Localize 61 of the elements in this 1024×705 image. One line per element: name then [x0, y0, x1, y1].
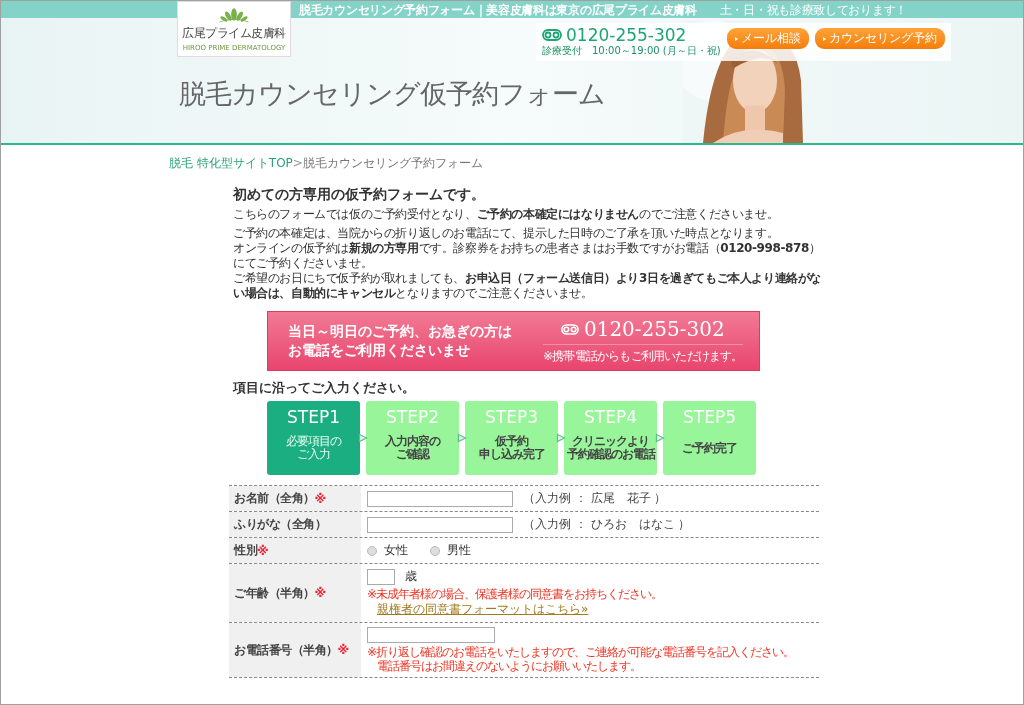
- required-mark: ※: [314, 491, 326, 506]
- free-dial-icon: [542, 29, 562, 41]
- field-label: お名前（全角）: [234, 490, 315, 507]
- step-caption: 仮予約 申し込み完了: [478, 433, 545, 463]
- required-mark: ※: [314, 586, 326, 600]
- caret-icon: [734, 36, 738, 41]
- field-label: ふりがな（全角）: [234, 516, 326, 533]
- breadcrumb-link[interactable]: 脱毛 特化型サイトTOP: [169, 156, 293, 170]
- field-note: ※折り返し確認のお電話をいたしますので、ご連絡が可能な電話番号を記入ください。: [367, 645, 796, 659]
- unit-label: 歳: [405, 568, 417, 585]
- office-hours: 診療受付 10:00～19:00 (月～日・祝): [542, 44, 721, 58]
- intro-paragraph: こちらのフォームでは仮のご予約受付となり、ご予約の本確定にはなりませんのでご注意くださいませ。: [233, 207, 780, 222]
- radio-button[interactable]: [367, 545, 377, 556]
- text-input[interactable]: [367, 490, 513, 507]
- age-input[interactable]: [367, 568, 395, 585]
- step-arrow-icon: [457, 432, 467, 444]
- page-title: 脱毛カウンセリング仮予約フォーム: [179, 77, 605, 111]
- step-arrow-icon: [556, 432, 566, 444]
- field-label: 性別: [234, 542, 257, 559]
- radio-option[interactable]: 男性: [430, 542, 471, 559]
- step-number: STEP3: [485, 407, 538, 427]
- input-example: （入力例 ： ひろお はなこ ）: [523, 516, 691, 533]
- header-button[interactable]: メール相談: [726, 28, 809, 49]
- lotus-logo-icon: [217, 7, 251, 23]
- field-note: ※未成年者様の場合、保護者様の同意書をお持ちください。: [367, 587, 664, 601]
- field-label: ご年齢（半角）: [234, 584, 315, 602]
- required-mark: ※: [257, 543, 269, 558]
- call-message: 当日～明日のご予約、お急ぎの方は お電話をご利用くださいませ: [287, 322, 513, 360]
- header-button[interactable]: カウンセリング予約: [814, 28, 945, 49]
- free-dial-icon: [560, 323, 579, 335]
- step-arrow-icon: [358, 432, 368, 444]
- field-label: お電話番号（半角）: [234, 641, 338, 659]
- open-days-notice: 土・日・祝も診療致しております！: [719, 2, 907, 19]
- step-arrow-icon: [655, 432, 665, 444]
- steps-heading: 項目に沿ってご入力ください。: [233, 379, 416, 397]
- field-note: 電話番号はお間違えのないようにお願いいたします。: [376, 659, 642, 673]
- text-input[interactable]: [367, 516, 513, 533]
- banner-phone-number: 0120-255-302: [583, 317, 725, 341]
- step-number: STEP4: [584, 407, 637, 427]
- banner-note: ※携帯電話からもご利用いただけます。: [543, 344, 743, 365]
- step-caption: クリニックより 予約確認のお電話: [566, 433, 655, 463]
- step-number: STEP1: [287, 407, 340, 427]
- step-caption: 必要項目の ご入力: [286, 433, 341, 463]
- consent-form-link[interactable]: 親権者の同意書フォーマットはこちら»: [377, 601, 589, 618]
- breadcrumb-current: 脱毛カウンセリング予約フォーム: [302, 156, 483, 170]
- logo-name: 広尾プライム皮膚科: [182, 25, 286, 42]
- phone-number: 0120-255-302: [566, 26, 687, 44]
- required-mark: ※: [337, 643, 349, 657]
- step-number: STEP5: [683, 407, 736, 427]
- step-number: STEP2: [386, 407, 439, 427]
- intro-paragraph: ご予約の本確定は、当院からの折り返しのお電話にて、提示した日時のご了承を頂いた時点となります。 オンラインの仮予約は新規の方専用です。診察券をお持ちの患者さまはお手数ですがお電話（0120-998-878）にてご予約くださいませ。 ご希望のお日にちで仮予約が取れましても、お申込日（フォーム送信日）より3日を過ぎてもご本人より連絡がない場合は、自動的にキャンセルとなりますのでご注意くださいませ。: [233, 226, 822, 301]
- site-tagline: 脱毛カウンセリング予約フォーム｜美容皮膚科は東京の広尾プライム皮膚科: [298, 2, 698, 19]
- step-caption: ご予約完了: [682, 439, 737, 457]
- breadcrumb-separator: >: [292, 156, 303, 170]
- phone-input[interactable]: [367, 627, 495, 643]
- input-example: （入力例 ： 広尾 花子 ）: [523, 490, 667, 507]
- radio-button[interactable]: [430, 545, 440, 556]
- caret-icon: [822, 36, 826, 41]
- step-caption: 入力内容の ご確認: [385, 433, 440, 463]
- radio-option[interactable]: 女性: [367, 542, 408, 559]
- intro-heading: 初めての方専用の仮予約フォームです。: [233, 186, 486, 204]
